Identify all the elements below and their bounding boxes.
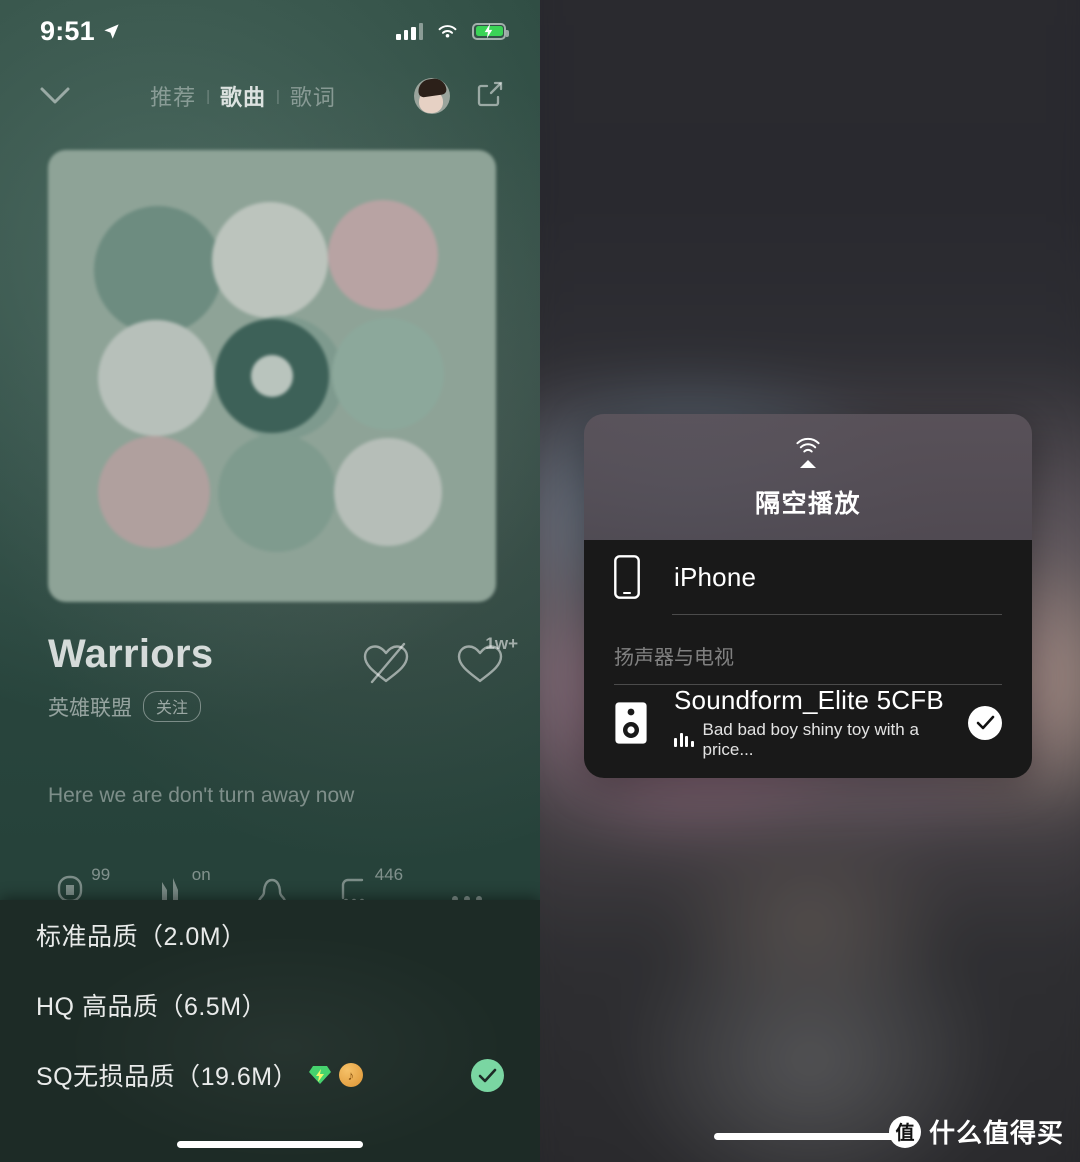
song-title: Warriors	[48, 632, 214, 676]
audio-quality-sheet: 标准品质（2.0M） HQ 高品质（6.5M） SQ无损品质（19.6M） ♪	[0, 900, 540, 1162]
like-count: 1w+	[485, 634, 518, 653]
right-phone-screen: 隔空播放 iPhone 扬声器与电视 Soundform_Elite 5CFB …	[540, 0, 1080, 1162]
quality-option-badges: ♪	[308, 1063, 364, 1087]
quality-option-sq[interactable]: SQ无损品质（19.6M） ♪	[0, 1040, 540, 1110]
heart-slash-icon	[363, 642, 409, 684]
lyric-line: Here we are don't turn away now	[48, 784, 355, 807]
airplay-device-list: iPhone 扬声器与电视 Soundform_Elite 5CFB Bad b…	[584, 540, 1032, 778]
iphone-icon-cell	[614, 555, 674, 599]
battery-charging-icon	[472, 22, 509, 40]
artist-name[interactable]: 英雄联盟	[48, 692, 132, 722]
left-phone-screen: 9:51 推荐 | 歌曲 | 歌词 Warriors 英雄联盟 关注 1w+ H…	[0, 0, 540, 1162]
quality-option-label: SQ无损品质（19.6M）	[36, 1063, 299, 1091]
follow-button[interactable]: 关注	[143, 691, 202, 722]
navbar-actions	[414, 76, 512, 116]
song-meta: Warriors 英雄联盟 关注 1w+ Here we are don't t…	[48, 632, 518, 808]
airplay-panel: 隔空播放 iPhone 扬声器与电视 Soundform_Elite 5CFB …	[584, 414, 1032, 778]
equalizer-badge: on	[191, 865, 211, 884]
bolt-icon	[484, 23, 493, 39]
quality-option-row: SQ无损品质（19.6M） ♪	[36, 1057, 364, 1093]
tab-lyrics[interactable]: 歌词	[290, 80, 336, 112]
airplay-device-speaker[interactable]: Soundform_Elite 5CFB Bad bad boy shiny t…	[584, 685, 1032, 760]
airplay-section-label: 扬声器与电视	[614, 647, 734, 669]
tab-recommend[interactable]: 推荐	[150, 80, 196, 112]
comment-badge: 99	[91, 865, 111, 884]
tab-separator: |	[276, 87, 280, 105]
quality-option-label: HQ 高品质（6.5M）	[36, 993, 268, 1021]
reaction-buttons: 1w+	[360, 632, 518, 686]
airplay-selected-check	[968, 705, 1002, 740]
airplay-icon	[796, 437, 820, 468]
tab-song[interactable]: 歌曲	[220, 80, 266, 112]
like-button[interactable]: 1w+	[454, 634, 518, 686]
dual-phone-screenshot: 9:51 推荐 | 歌曲 | 歌词 Warriors 英雄联盟 关注 1w+ H…	[0, 0, 1080, 1162]
watermark: 值 什么值得买	[888, 1113, 1064, 1150]
status-time: 9:51	[40, 15, 95, 46]
dislike-button[interactable]	[360, 640, 412, 686]
location-arrow-icon	[104, 23, 119, 39]
quality-selected-check	[471, 1058, 504, 1092]
airplay-title: 隔空播放	[754, 490, 861, 518]
cellular-signal-icon	[396, 22, 423, 40]
watermark-logo: 值	[888, 1115, 921, 1148]
speaker-text-cell: Soundform_Elite 5CFB Bad bad boy shiny t…	[674, 685, 968, 760]
album-artwork-image	[48, 150, 496, 602]
chevron-down-icon	[40, 87, 70, 104]
now-playing-row: Bad bad boy shiny toy with a price...	[674, 720, 968, 760]
airplay-device-iphone[interactable]: iPhone	[584, 540, 1032, 614]
now-playing-text: Bad bad boy shiny toy with a price...	[702, 720, 919, 759]
tab-separator: |	[206, 87, 210, 105]
user-avatar[interactable]	[414, 78, 450, 114]
check-icon	[478, 1068, 497, 1082]
share-external-icon	[477, 81, 503, 107]
airplay-device-name: iPhone	[674, 561, 757, 592]
status-bar-indicators	[396, 22, 509, 40]
home-indicator	[714, 1133, 906, 1140]
watermark-text: 什么值得买	[928, 1118, 1064, 1148]
iphone-text-cell: iPhone	[674, 562, 1002, 593]
coin-vip-icon: ♪	[339, 1063, 364, 1087]
artist-row: 英雄联盟 关注	[48, 691, 213, 722]
status-bar: 9:51	[0, 0, 540, 62]
quality-option-standard[interactable]: 标准品质（2.0M）	[0, 900, 540, 970]
playlist-badge: 446	[374, 865, 404, 884]
diamond-vip-icon	[309, 1066, 332, 1084]
wifi-icon	[438, 24, 457, 38]
airplay-device-name: Soundform_Elite 5CFB	[674, 685, 944, 715]
speaker-icon-cell	[614, 701, 674, 745]
status-bar-time-group: 9:51	[40, 16, 121, 47]
home-indicator	[177, 1141, 363, 1148]
share-button[interactable]	[472, 76, 512, 116]
song-text-block: Warriors 英雄联盟 关注	[48, 632, 213, 722]
player-tabs: 推荐 | 歌曲 | 歌词	[72, 80, 414, 112]
check-icon	[976, 715, 994, 730]
quality-option-label: 标准品质（2.0M）	[36, 923, 247, 951]
iphone-icon	[614, 555, 640, 599]
quality-option-hq[interactable]: HQ 高品质（6.5M）	[0, 970, 540, 1040]
player-navbar: 推荐 | 歌曲 | 歌词	[0, 66, 540, 126]
equalizer-bars-icon	[674, 733, 694, 747]
album-artwork[interactable]	[48, 150, 496, 602]
airplay-panel-header: 隔空播放	[584, 414, 1032, 540]
speaker-icon	[615, 701, 647, 744]
